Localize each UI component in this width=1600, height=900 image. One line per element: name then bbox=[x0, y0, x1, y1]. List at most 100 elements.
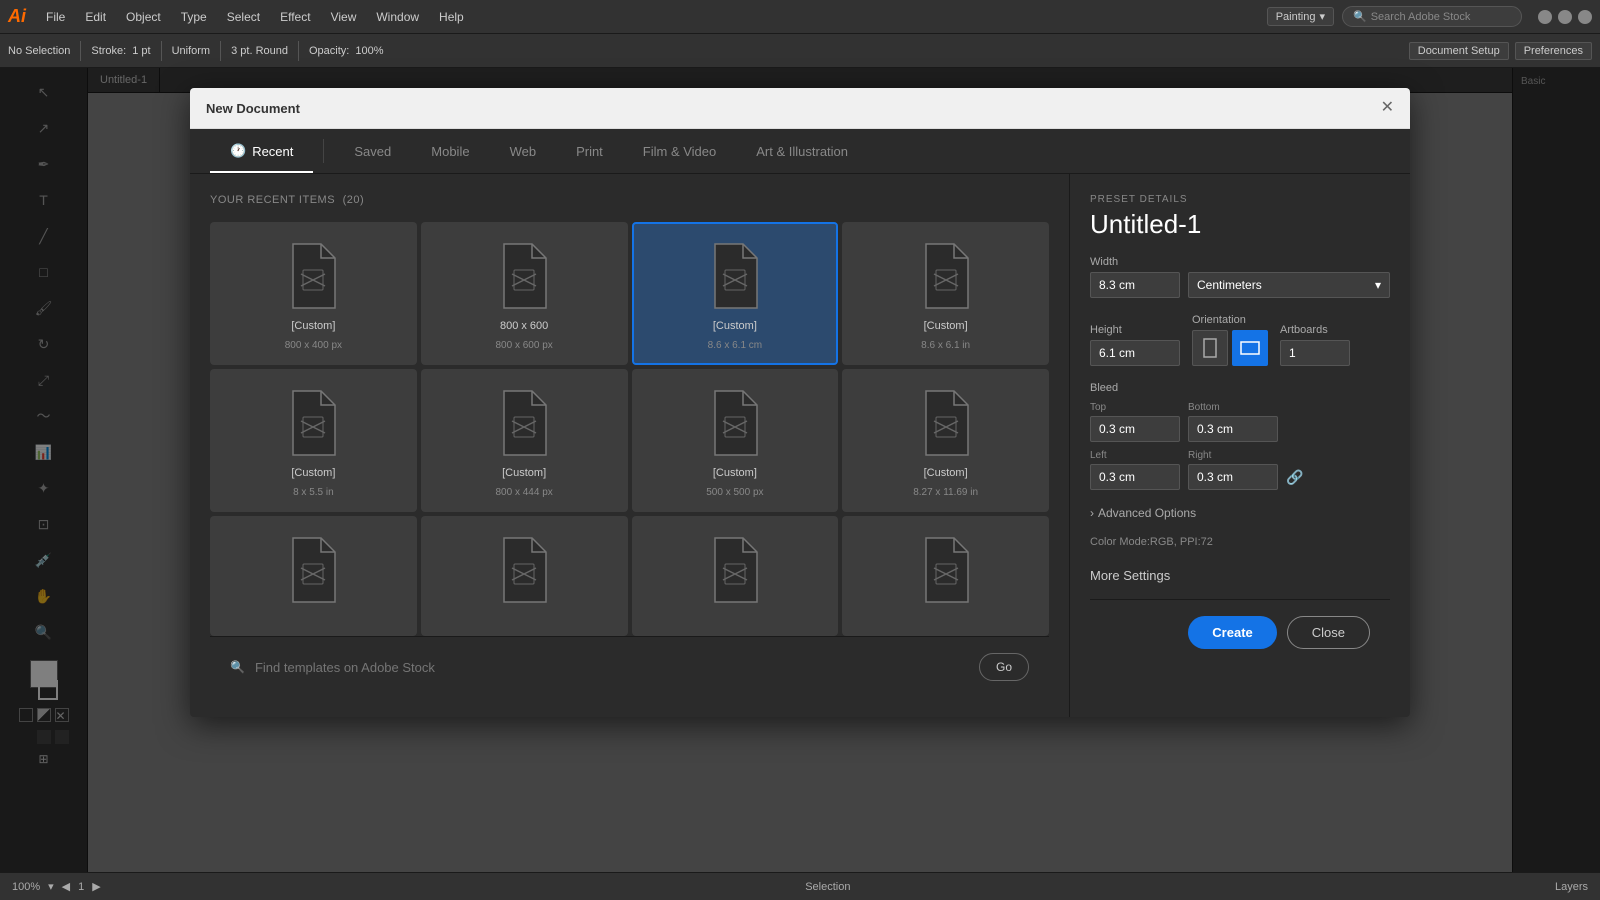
tab-print[interactable]: Print bbox=[556, 130, 623, 173]
height-input[interactable] bbox=[1090, 340, 1180, 366]
preferences-button[interactable]: Preferences bbox=[1515, 42, 1592, 60]
opacity-value[interactable]: 100% bbox=[355, 45, 383, 57]
artboards-input[interactable] bbox=[1280, 340, 1350, 366]
stroke-value[interactable]: 1 pt bbox=[132, 45, 150, 57]
doc-item-10[interactable] bbox=[632, 516, 839, 636]
advanced-options[interactable]: › Advanced Options bbox=[1090, 506, 1390, 520]
dialog-body: YOUR RECENT ITEMS (20) [Custom] 800 x 40… bbox=[190, 174, 1410, 717]
bleed-top-input[interactable] bbox=[1090, 416, 1180, 442]
recent-header: YOUR RECENT ITEMS (20) bbox=[210, 194, 1049, 206]
link-bleed-icon[interactable]: 🔗 bbox=[1286, 469, 1303, 486]
bleed-right-input[interactable] bbox=[1188, 464, 1278, 490]
preset-name[interactable]: Untitled-1 bbox=[1090, 209, 1390, 240]
tool-name: Selection bbox=[805, 881, 850, 893]
doc-size-1: 800 x 600 px bbox=[495, 340, 552, 351]
doc-name-4: [Custom] bbox=[291, 467, 335, 479]
doc-item-0[interactable]: [Custom] 800 x 400 px bbox=[210, 222, 417, 365]
menu-select[interactable]: Select bbox=[219, 6, 268, 28]
round-label[interactable]: 3 pt. Round bbox=[231, 45, 288, 57]
doc-item-5[interactable]: [Custom] 800 x 444 px bbox=[421, 369, 628, 512]
create-button[interactable]: Create bbox=[1188, 616, 1276, 649]
doc-item-4[interactable]: [Custom] 8 x 5.5 in bbox=[210, 369, 417, 512]
tab-art-illustration[interactable]: Art & Illustration bbox=[736, 130, 868, 173]
width-input[interactable] bbox=[1090, 272, 1180, 298]
document-setup-button[interactable]: Document Setup bbox=[1409, 42, 1509, 60]
doc-item-8[interactable] bbox=[210, 516, 417, 636]
menu-effect[interactable]: Effect bbox=[272, 6, 318, 28]
doc-icon-3 bbox=[914, 240, 978, 312]
maximize-button[interactable]: □ bbox=[1558, 10, 1572, 24]
chevron-down-icon: ▾ bbox=[1319, 10, 1325, 23]
doc-item-6[interactable]: [Custom] 500 x 500 px bbox=[632, 369, 839, 512]
uniform-label[interactable]: Uniform bbox=[172, 45, 211, 57]
bleed-right-field: Right bbox=[1188, 450, 1278, 490]
bleed-left-input[interactable] bbox=[1090, 464, 1180, 490]
doc-size-6: 500 x 500 px bbox=[706, 487, 763, 498]
width-label: Width bbox=[1090, 256, 1390, 268]
doc-item-1[interactable]: 800 x 600 800 x 600 px bbox=[421, 222, 628, 365]
doc-item-9[interactable] bbox=[421, 516, 628, 636]
tab-mobile[interactable]: Mobile bbox=[411, 130, 489, 173]
orientation-label: Orientation bbox=[1192, 314, 1268, 326]
search-icon: 🔍 bbox=[1353, 10, 1367, 23]
menu-type[interactable]: Type bbox=[173, 6, 215, 28]
doc-icon-4 bbox=[281, 387, 345, 459]
doc-size-2: 8.6 x 6.1 cm bbox=[708, 340, 762, 351]
doc-item-3[interactable]: [Custom] 8.6 x 6.1 in bbox=[842, 222, 1049, 365]
menu-window[interactable]: Window bbox=[368, 6, 427, 28]
doc-size-4: 8 x 5.5 in bbox=[293, 487, 334, 498]
tab-film-video[interactable]: Film & Video bbox=[623, 130, 736, 173]
portrait-button[interactable] bbox=[1192, 330, 1228, 366]
tab-recent[interactable]: 🕐 Recent bbox=[210, 129, 313, 173]
doc-icon-9 bbox=[492, 534, 556, 606]
doc-icon-6 bbox=[703, 387, 767, 459]
modal-overlay: New Document ✕ 🕐 Recent Saved Mobile Web… bbox=[0, 68, 1600, 872]
workspace-select[interactable]: Painting ▾ bbox=[1267, 7, 1334, 26]
chevron-down-icon-2: ▾ bbox=[1375, 278, 1381, 292]
items-grid: [Custom] 800 x 400 px 800 x 600 800 x 60… bbox=[210, 222, 1049, 636]
go-button[interactable]: Go bbox=[979, 653, 1029, 681]
toolbar-separator bbox=[80, 41, 81, 61]
bleed-left-field: Left bbox=[1090, 450, 1180, 490]
stock-search-input[interactable] bbox=[255, 660, 969, 675]
close-dialog-button[interactable]: Close bbox=[1287, 616, 1370, 649]
dialog-footer: Create Close bbox=[1090, 599, 1390, 665]
recent-panel: YOUR RECENT ITEMS (20) [Custom] 800 x 40… bbox=[190, 174, 1070, 717]
toolbar-separator-4 bbox=[298, 41, 299, 61]
dialog-close-button[interactable]: ✕ bbox=[1381, 100, 1394, 116]
doc-item-11[interactable] bbox=[842, 516, 1049, 636]
menu-object[interactable]: Object bbox=[118, 6, 169, 28]
close-button[interactable]: × bbox=[1578, 10, 1592, 24]
toolbar-icons: Painting ▾ 🔍 Search Adobe Stock − □ × bbox=[1267, 6, 1592, 27]
tab-web[interactable]: Web bbox=[490, 130, 557, 173]
doc-item-2[interactable]: [Custom] 8.6 x 6.1 cm bbox=[632, 222, 839, 365]
clock-icon: 🕐 bbox=[230, 143, 246, 159]
landscape-button[interactable] bbox=[1232, 330, 1268, 366]
window-controls: − □ × bbox=[1538, 10, 1592, 24]
menu-file[interactable]: File bbox=[38, 6, 73, 28]
menu-view[interactable]: View bbox=[323, 6, 365, 28]
doc-icon-7 bbox=[914, 387, 978, 459]
status-bar: 100% ▾ ◀ 1 ▶ Selection Layers bbox=[0, 872, 1600, 900]
more-settings[interactable]: More Settings bbox=[1090, 568, 1390, 583]
doc-name-2: [Custom] bbox=[713, 320, 757, 332]
unit-select[interactable]: Centimeters ▾ bbox=[1188, 272, 1390, 298]
zoom-level[interactable]: 100% bbox=[12, 881, 40, 893]
minimize-button[interactable]: − bbox=[1538, 10, 1552, 24]
tab-saved[interactable]: Saved bbox=[334, 130, 411, 173]
bleed-left-right-row: Left Right 🔗 bbox=[1090, 450, 1390, 490]
artboards-label: Artboards bbox=[1280, 324, 1350, 336]
menu-help[interactable]: Help bbox=[431, 6, 472, 28]
search-stock[interactable]: 🔍 Search Adobe Stock bbox=[1342, 6, 1522, 27]
doc-size-7: 8.27 x 11.69 in bbox=[913, 487, 978, 498]
toolbar: No Selection Stroke: 1 pt Uniform 3 pt. … bbox=[0, 34, 1600, 68]
doc-icon-2 bbox=[703, 240, 767, 312]
doc-item-7[interactable]: [Custom] 8.27 x 11.69 in bbox=[842, 369, 1049, 512]
menu-edit[interactable]: Edit bbox=[77, 6, 114, 28]
doc-icon-0 bbox=[281, 240, 345, 312]
doc-size-5: 800 x 444 px bbox=[495, 487, 552, 498]
bleed-bottom-input[interactable] bbox=[1188, 416, 1278, 442]
search-icon-2: 🔍 bbox=[230, 660, 245, 674]
toolbar-separator-2 bbox=[161, 41, 162, 61]
doc-name-0: [Custom] bbox=[291, 320, 335, 332]
